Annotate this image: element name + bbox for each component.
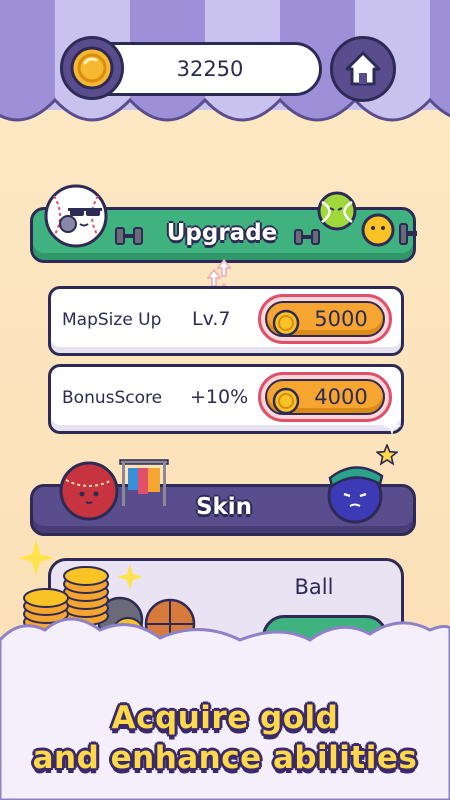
upgrade-title: Upgrade: [166, 220, 278, 246]
skin-title: Skin: [195, 494, 253, 520]
gold-coin-icon: [60, 36, 124, 100]
cricket-ball-character-icon: [59, 461, 119, 521]
gold-coin-icon: [272, 387, 300, 415]
star-icon: [376, 444, 398, 466]
upgrade-buy-button[interactable]: 4000: [258, 372, 392, 422]
promo-caption-line2: and enhance abilities: [32, 740, 418, 776]
upgrade-row-label: MapSize Up: [62, 310, 162, 330]
upgrade-buy-button[interactable]: 5000: [258, 294, 392, 344]
home-button[interactable]: [330, 36, 396, 102]
tennis-ball-character-icon: [317, 191, 357, 231]
upgrade-row-level: Lv.7: [192, 308, 231, 330]
baseball-character-icon: [44, 184, 108, 248]
upgrade-row-label: BonusScore: [62, 388, 163, 408]
dumbbell-icon: [115, 227, 143, 245]
coin-count: 32250: [176, 57, 244, 81]
yellow-ball-character-icon: [361, 213, 395, 247]
gold-coin-icon: [272, 309, 300, 337]
sparkle-icon: [382, 416, 402, 436]
upgrade-buy-button-face: 4000: [265, 379, 385, 415]
upgrade-row-level: +10%: [190, 386, 249, 408]
home-icon: [345, 51, 381, 86]
upgrade-price: 5000: [314, 307, 368, 331]
dumbbell-icon: [399, 223, 417, 245]
upgrade-buy-button-face: 5000: [265, 301, 385, 337]
game-screen: 32250 Upgrade MapSize Up Lv.7 5000 Bonus…: [0, 0, 450, 800]
promo-caption-line1: Acquire gold: [111, 700, 339, 736]
upgrade-price: 4000: [314, 385, 368, 409]
ball-card-label: Ball: [294, 575, 334, 599]
clothes-rack-icon: [119, 459, 169, 506]
